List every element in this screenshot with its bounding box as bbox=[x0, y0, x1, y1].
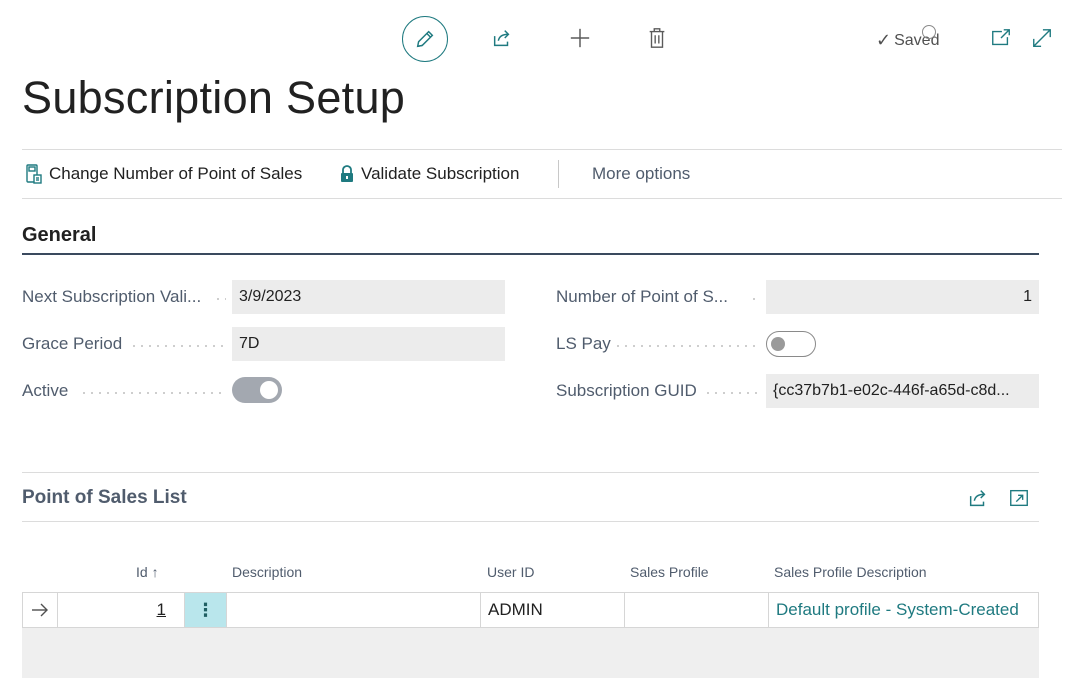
toggle-knob bbox=[771, 337, 785, 351]
lock-icon bbox=[341, 165, 353, 182]
expand-button[interactable] bbox=[1030, 26, 1054, 50]
number-pos-label: Number of Point of S... bbox=[556, 287, 728, 306]
pos-list-open-button[interactable] bbox=[1007, 486, 1031, 510]
more-options-button[interactable]: More options bbox=[592, 164, 690, 184]
column-header-id[interactable]: Id ↑ bbox=[136, 564, 159, 580]
grace-period-field[interactable]: 7D bbox=[232, 327, 505, 361]
pos-list-share-button[interactable] bbox=[966, 486, 990, 510]
pos-list-title[interactable]: Point of Sales List bbox=[22, 487, 187, 509]
general-section-title[interactable]: General bbox=[22, 224, 96, 247]
pencil-icon bbox=[416, 30, 434, 48]
row-id-cell[interactable]: 1 bbox=[58, 593, 185, 627]
part-divider-bottom bbox=[22, 521, 1039, 522]
pos-terminal-icon bbox=[26, 164, 42, 184]
action-bar: Change Number of Point of Sales Validate… bbox=[22, 149, 1062, 199]
field-leader-dots bbox=[614, 345, 760, 347]
part-divider-top bbox=[22, 472, 1039, 473]
grid-empty-area bbox=[22, 628, 1039, 678]
more-vertical-icon: ⋮ bbox=[196, 599, 215, 620]
active-toggle[interactable] bbox=[232, 377, 282, 403]
change-number-pos-label: Change Number of Point of Sales bbox=[49, 164, 303, 183]
share-icon bbox=[969, 490, 986, 507]
column-header-id-label: Id bbox=[136, 564, 148, 580]
field-leader-dots bbox=[704, 392, 760, 394]
table-row[interactable]: 1 ⋮ ADMIN Default profile - System-Creat… bbox=[22, 592, 1039, 628]
column-header-user-id[interactable]: User ID bbox=[487, 564, 534, 580]
column-header-sales-profile[interactable]: Sales Profile bbox=[630, 564, 709, 580]
open-in-new-window-icon bbox=[992, 29, 1010, 46]
page-title: Subscription Setup bbox=[22, 72, 406, 123]
row-sales-profile-description-cell[interactable]: Default profile - System-Created bbox=[769, 593, 1038, 627]
arrow-right-icon bbox=[32, 603, 48, 617]
top-toolbar: ✓ Saved bbox=[0, 0, 1085, 78]
subscription-guid-field[interactable]: {cc37b7b1-e02c-446f-a65d-c8d... bbox=[766, 374, 1039, 408]
row-user-id-cell[interactable]: ADMIN bbox=[481, 593, 625, 627]
row-id-value: 1 bbox=[156, 600, 166, 619]
more-options-label: More options bbox=[592, 164, 691, 183]
change-number-pos-action[interactable]: Change Number of Point of Sales bbox=[25, 164, 302, 184]
trash-icon bbox=[649, 28, 665, 48]
status-indicator-circle bbox=[922, 25, 936, 39]
active-label: Active bbox=[22, 381, 69, 400]
validate-subscription-action[interactable]: Validate Subscription bbox=[339, 164, 519, 184]
row-actions-cell[interactable]: ⋮ bbox=[185, 593, 227, 627]
row-description-cell[interactable] bbox=[227, 593, 481, 627]
open-in-new-window-icon bbox=[1010, 489, 1028, 507]
next-subscription-field[interactable]: 3/9/2023 bbox=[232, 280, 505, 314]
field-leader-dots bbox=[80, 392, 226, 394]
sort-ascending-icon: ↑ bbox=[151, 564, 159, 580]
delete-button[interactable] bbox=[645, 26, 669, 50]
grace-period-label: Grace Period bbox=[22, 334, 123, 353]
number-pos-field[interactable]: 1 bbox=[766, 280, 1039, 314]
plus-icon bbox=[570, 28, 590, 48]
share-icon bbox=[493, 30, 510, 47]
subscription-guid-label: Subscription GUID bbox=[556, 381, 697, 400]
column-header-description[interactable]: Description bbox=[232, 564, 302, 580]
field-leader-dots bbox=[130, 345, 226, 347]
edit-button[interactable] bbox=[402, 16, 448, 62]
share-button[interactable] bbox=[490, 26, 514, 50]
open-new-window-button[interactable] bbox=[989, 26, 1013, 50]
row-selector-cell[interactable] bbox=[23, 593, 58, 627]
general-section-rule bbox=[22, 253, 1039, 255]
field-leader-dots bbox=[214, 298, 226, 300]
column-header-sales-profile-description[interactable]: Sales Profile Description bbox=[774, 564, 927, 580]
check-icon: ✓ bbox=[876, 30, 892, 50]
action-divider bbox=[558, 160, 559, 188]
row-sales-profile-cell[interactable] bbox=[625, 593, 769, 627]
validate-subscription-label: Validate Subscription bbox=[361, 164, 520, 183]
new-button[interactable] bbox=[568, 26, 592, 50]
field-leader-dots bbox=[750, 298, 760, 300]
next-subscription-label: Next Subscription Vali... bbox=[22, 287, 202, 306]
ls-pay-label: LS Pay bbox=[556, 334, 611, 353]
ls-pay-toggle[interactable] bbox=[766, 331, 816, 357]
toggle-knob bbox=[260, 381, 278, 399]
expand-icon bbox=[1033, 29, 1051, 47]
